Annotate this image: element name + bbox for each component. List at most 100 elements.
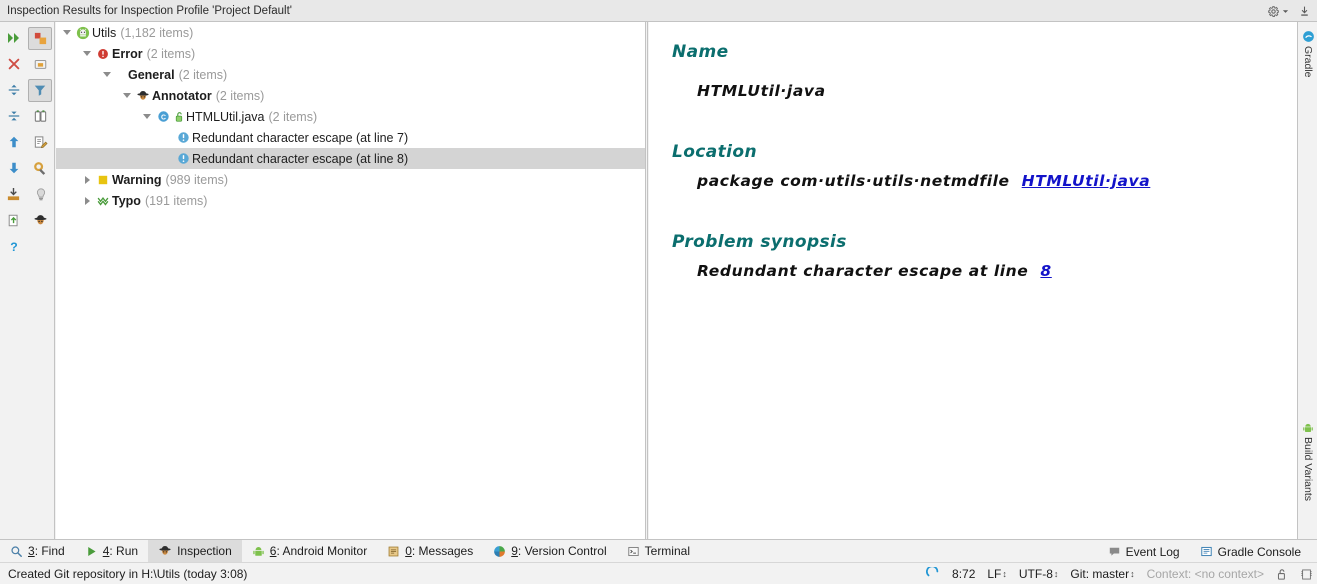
tab-event-log[interactable]: Event Log (1098, 540, 1190, 563)
double-right-arrow-icon (6, 31, 22, 45)
problem-detail-panel: Name HTMLUtil·java Location package com·… (649, 22, 1297, 539)
android-robot-icon (74, 22, 92, 43)
ide-sync-icon[interactable] (926, 567, 940, 581)
tree-node-count: (2 items) (268, 109, 318, 124)
svg-text:?: ? (10, 239, 17, 253)
open-in-editor-button[interactable] (0, 207, 27, 233)
tab-gradle-console[interactable]: Gradle Console (1190, 540, 1311, 563)
android-robot-icon (252, 545, 265, 558)
tree-node-utils[interactable]: Utils (1,182 items) (56, 22, 645, 43)
tab-label: 0: Messages (405, 544, 473, 558)
tree-node-typo[interactable]: Typo (191 items) (56, 190, 645, 211)
git-branch-widget[interactable]: Git: master ↕ (1070, 567, 1134, 581)
tab-text: : Find (34, 544, 65, 558)
error-circle-icon (94, 43, 112, 64)
tab-find[interactable]: 3: Find (0, 540, 75, 563)
detective-hat-icon (158, 544, 172, 558)
vertical-tab-label: Build Variants (1302, 437, 1314, 502)
vertical-tab-label: Gradle (1302, 46, 1314, 78)
detail-problem-line-link[interactable]: 8 (1040, 262, 1051, 280)
tree-node-label: Redundant character escape (at line 8) (192, 151, 409, 166)
line-separator-label: LF (987, 567, 1002, 581)
panel-splitter[interactable] (645, 22, 648, 539)
tree-node-label: Redundant character escape (at line 7) (192, 130, 409, 145)
tab-label: 3: Find (28, 544, 65, 558)
tab-text: Event Log (1125, 544, 1180, 559)
show-module-button[interactable] (27, 51, 54, 77)
quick-fix-button[interactable] (27, 181, 54, 207)
vertical-tab-build-variants[interactable]: Build Variants (1298, 422, 1317, 501)
twisty-toggle[interactable] (80, 169, 94, 190)
rerun-inspection-button[interactable] (0, 25, 27, 51)
detail-problem-heading: Problem synopsis (672, 232, 847, 252)
twisty-toggle[interactable] (120, 85, 134, 106)
edit-document-icon (33, 135, 48, 150)
magnifier-icon (10, 545, 23, 558)
caret-position[interactable]: 8:72 (952, 567, 975, 581)
twisty-toggle[interactable] (80, 43, 94, 64)
tree-node-label: HTMLUtil.java (186, 109, 265, 124)
info-circle-icon (174, 148, 192, 169)
close-inspection-button[interactable] (0, 51, 27, 77)
tree-node-problem-line8[interactable]: Redundant character escape (at line 8) (56, 148, 645, 169)
tree-node-general[interactable]: General (2 items) (56, 64, 645, 85)
edit-settings-button[interactable] (27, 103, 54, 129)
twisty-toggle[interactable] (100, 64, 114, 85)
next-problem-button[interactable] (0, 155, 27, 181)
tab-text: Gradle Console (1217, 544, 1301, 559)
status-message[interactable]: Created Git repository in H:\Utils (toda… (8, 567, 247, 581)
tree-node-problem-line7[interactable]: Redundant character escape (at line 7) (56, 127, 645, 148)
annotator-button[interactable] (27, 207, 54, 233)
twisty-toggle[interactable] (60, 22, 74, 43)
expand-all-button[interactable] (0, 77, 27, 103)
import-tray-icon (6, 187, 21, 202)
no-icon-spacer (114, 64, 128, 85)
tree-node-label: Typo (112, 193, 141, 208)
inspection-results-window: Inspection Results for Inspection Profil… (0, 0, 1317, 584)
hide-window-icon[interactable] (1298, 5, 1311, 18)
tab-label: 9: Version Control (511, 544, 606, 558)
tab-messages[interactable]: 0: Messages (377, 540, 483, 563)
unlocked-padlock-icon (172, 106, 186, 127)
tab-terminal[interactable]: Terminal (617, 540, 700, 563)
tab-android-monitor[interactable]: 6: Android Monitor (242, 540, 377, 563)
export-button[interactable] (0, 181, 27, 207)
edit-description-button[interactable] (27, 129, 54, 155)
group-by-severity-button[interactable] (28, 26, 52, 50)
inspection-toolbar: ? (0, 22, 55, 539)
gear-icon[interactable] (1267, 5, 1280, 18)
tree-node-warning[interactable]: Warning (989 items) (56, 169, 645, 190)
memory-indicator-icon[interactable] (1300, 568, 1313, 581)
status-bar-right: 8:72 LF ↕ UTF-8 ↕ Git: master ↕ Context:… (926, 563, 1313, 584)
tree-node-count: (2 items) (215, 88, 265, 103)
tree-node-label: Error (112, 46, 143, 61)
tree-node-htmlutil[interactable]: C HTMLUtil.java (2 items) (56, 106, 645, 127)
encoding-selector[interactable]: UTF-8 ↕ (1019, 567, 1059, 581)
tab-run[interactable]: 4: Run (75, 540, 148, 563)
updown-arrows-icon: ↕ (1053, 568, 1059, 579)
tab-text: : Run (109, 544, 139, 558)
module-box-icon (33, 57, 48, 71)
filter-resolved-button[interactable] (28, 78, 52, 102)
inspection-settings-button[interactable] (27, 155, 54, 181)
previous-problem-button[interactable] (0, 129, 27, 155)
context-widget[interactable]: Context: <no context> (1147, 567, 1264, 581)
chevron-down-icon[interactable] (1282, 8, 1289, 15)
inspection-tree[interactable]: Utils (1,182 items) Error (2 items) Gene… (56, 22, 645, 539)
unlocked-padlock-icon[interactable] (1276, 568, 1288, 581)
tree-node-count: (1,182 items) (120, 25, 194, 40)
tree-node-annotator[interactable]: Annotator (2 items) (56, 85, 645, 106)
speech-bubble-icon (1108, 545, 1121, 558)
help-button[interactable]: ? (0, 233, 27, 259)
tree-node-label: General (128, 67, 175, 82)
tab-version-control[interactable]: 9: Version Control (483, 540, 616, 563)
detail-location-file-link[interactable]: HTMLUtil·java (1022, 172, 1151, 190)
line-separator-selector[interactable]: LF ↕ (987, 567, 1007, 581)
twisty-toggle[interactable] (80, 190, 94, 211)
right-tool-strip: Gradle Build Variants (1297, 22, 1317, 539)
tree-node-error[interactable]: Error (2 items) (56, 43, 645, 64)
collapse-all-button[interactable] (0, 103, 27, 129)
twisty-toggle[interactable] (140, 106, 154, 127)
vertical-tab-gradle[interactable]: Gradle (1298, 30, 1317, 78)
tab-inspection[interactable]: Inspection (148, 539, 242, 563)
